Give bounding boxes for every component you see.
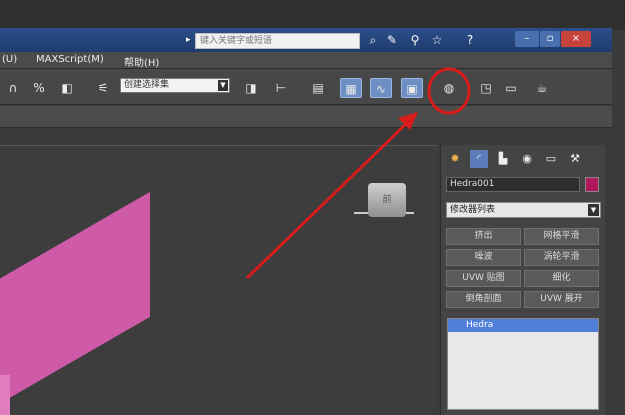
highlight-circle xyxy=(427,67,471,115)
annotation-overlay xyxy=(245,67,471,280)
pointer-arrow-line xyxy=(245,120,410,280)
